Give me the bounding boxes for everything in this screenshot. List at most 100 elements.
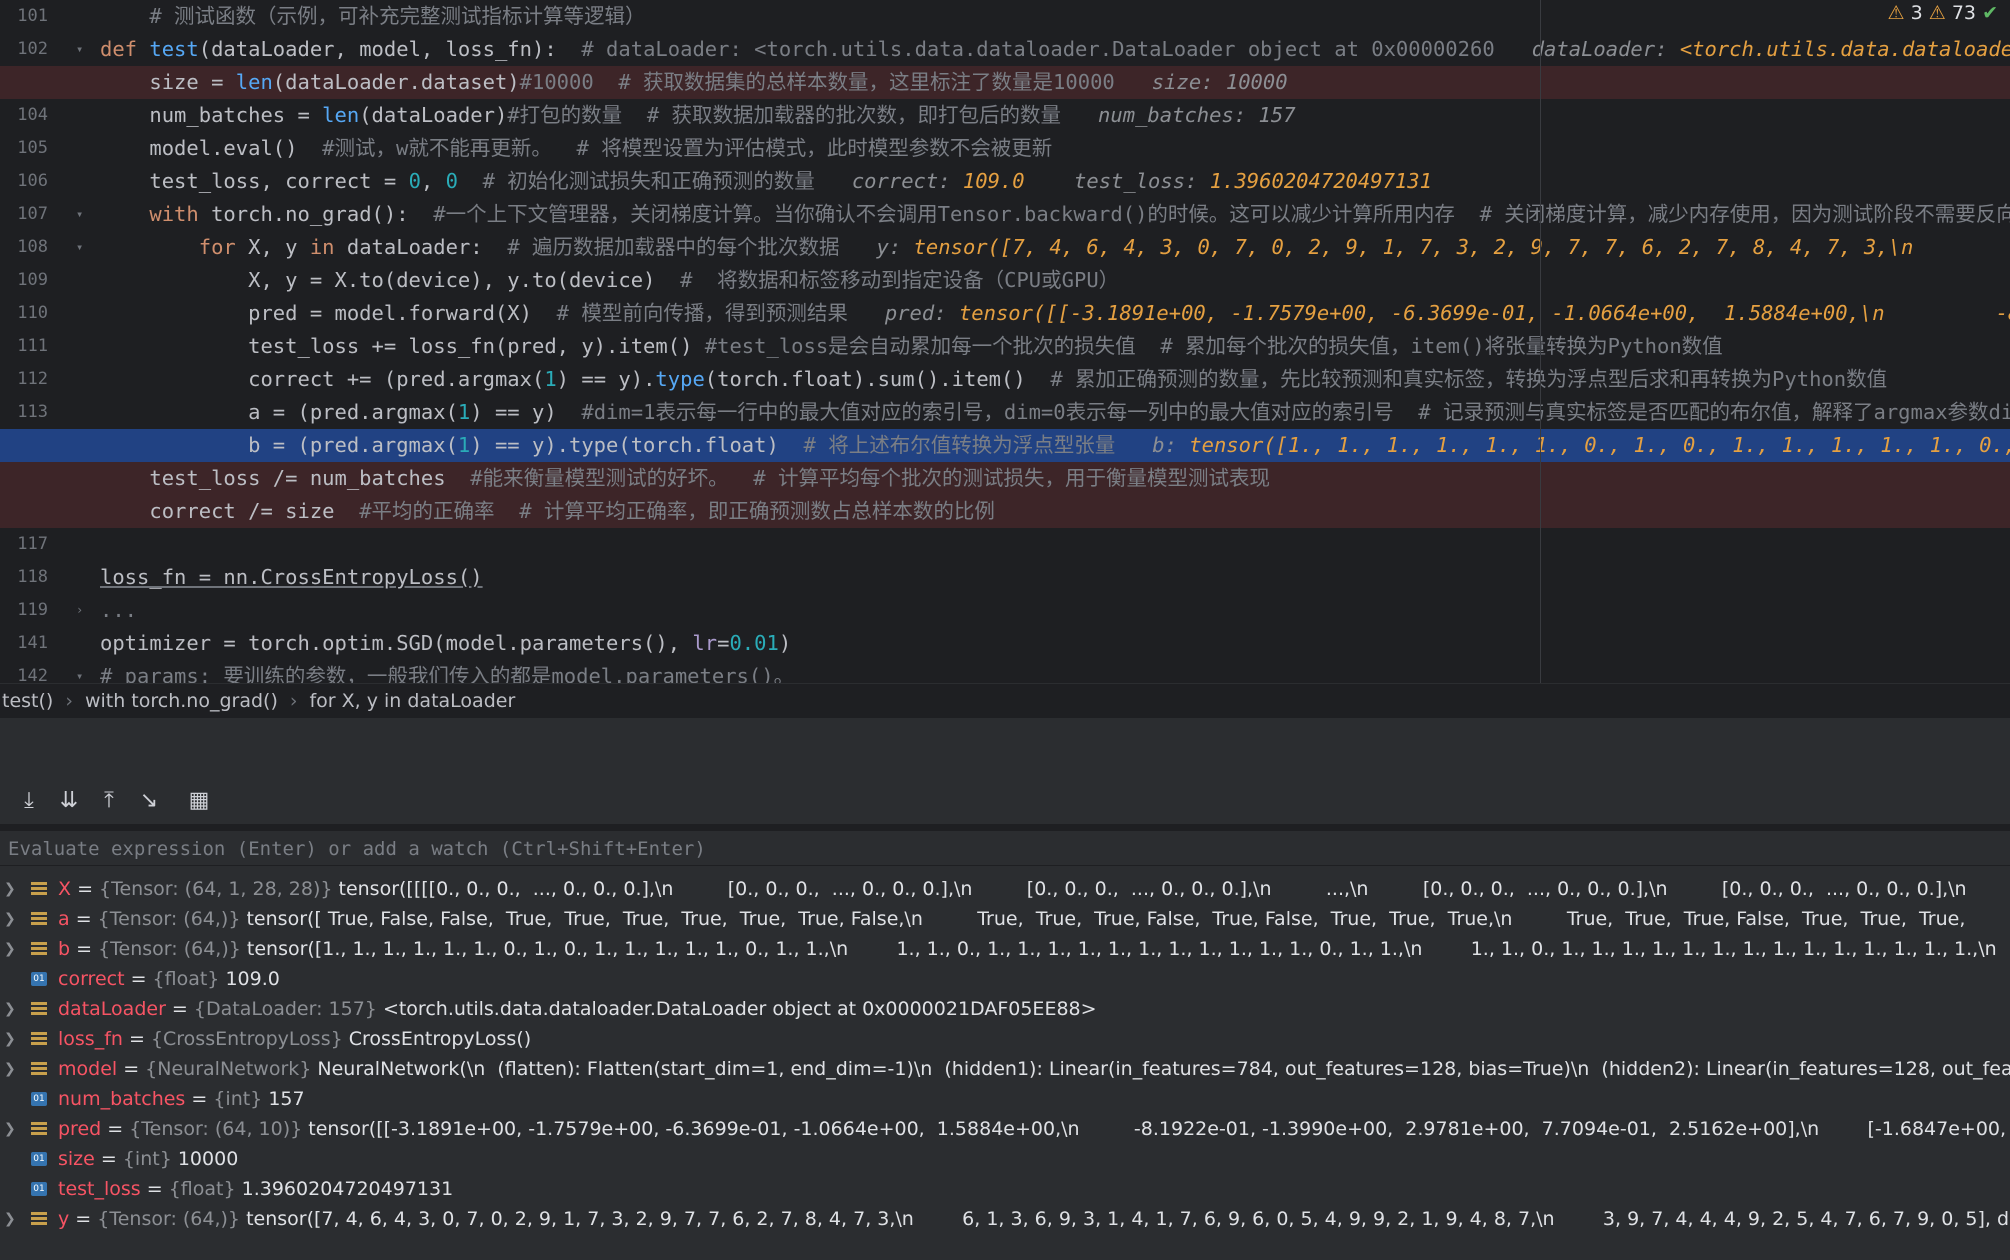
code-token: size = xyxy=(100,70,236,94)
variable-value: 157 xyxy=(268,1088,305,1110)
code-token: ... xyxy=(100,598,138,622)
code-text: test_loss += loss_fn(pred, y).item() #te… xyxy=(100,330,1723,363)
code-text: a = (pred.argmax(1) == y) #dim=1表示每一行中的最… xyxy=(100,396,2010,429)
code-token: ) == y) xyxy=(470,400,582,424)
object-variable-icon xyxy=(31,1032,47,1046)
expand-chevron-icon[interactable]: ❯ xyxy=(4,934,16,964)
variable-row[interactable]: ❯ pred = {Tensor: (64, 10)} tensor([[-3.1… xyxy=(0,1114,2010,1144)
variable-row[interactable]: ❯ a = {Tensor: (64,)} tensor([ True, Fals… xyxy=(0,904,2010,934)
code-line[interactable]: def test(dataLoader, model, loss_fn): # … xyxy=(0,33,2010,66)
variable-row[interactable]: 01 size = {int} 10000 xyxy=(0,1144,2010,1174)
code-token: def xyxy=(100,37,150,61)
breadcrumb-item-for[interactable]: for X, y in dataLoader xyxy=(307,690,517,712)
code-line[interactable]: loss_fn = nn.CrossEntropyLoss() xyxy=(0,561,2010,594)
code-line[interactable]: X, y = X.to(device), y.to(device) # 将数据和… xyxy=(0,264,2010,297)
code-text: num_batches = len(dataLoader)#打包的数量 # 获取… xyxy=(100,99,1295,132)
code-line[interactable]: # params: 要训练的参数，一般我们传入的都是model.paramete… xyxy=(0,660,2010,683)
variable-row[interactable]: 01 num_batches = {int} 157 xyxy=(0,1084,2010,1114)
expand-chevron-icon[interactable]: ❯ xyxy=(4,1024,16,1054)
code-line[interactable]: model.eval() #测试，w就不能再更新。 # 将模型设置为评估模式，此… xyxy=(0,132,2010,165)
code-token: (torch.float).sum().item() xyxy=(704,367,1051,391)
variable-text: loss_fn = {CrossEntropyLoss} CrossEntrop… xyxy=(58,1024,531,1054)
expand-chevron-icon[interactable]: ❯ xyxy=(4,1054,16,1084)
code-line[interactable]: size = len(dataLoader.dataset)#10000 # 获… xyxy=(0,66,2010,99)
object-variable-icon xyxy=(31,1212,47,1226)
variable-row[interactable]: ❯ loss_fn = {CrossEntropyLoss} CrossEntro… xyxy=(0,1024,2010,1054)
variable-row[interactable]: ❯ dataLoader = {DataLoader: 157} <torch.u… xyxy=(0,994,2010,1024)
code-text: b = (pred.argmax(1) == y).type(torch.flo… xyxy=(100,429,2010,462)
code-line[interactable]: correct += (pred.argmax(1) == y).type(to… xyxy=(0,363,2010,396)
code-token: 1 xyxy=(457,433,471,457)
code-token: test_loss, correct = xyxy=(100,169,409,193)
equals-sign: = xyxy=(165,998,194,1020)
code-token: correct /= size xyxy=(100,499,360,523)
code-line[interactable]: correct /= size #平均的正确率 # 计算平均正确率，即正确预测数… xyxy=(0,495,2010,528)
code-line[interactable]: ... xyxy=(0,594,2010,627)
code-text: size = len(dataLoader.dataset)#10000 # 获… xyxy=(100,66,1287,99)
primitive-variable-icon: 01 xyxy=(31,972,47,986)
code-line[interactable]: optimizer = torch.optim.SGD(model.parame… xyxy=(0,627,2010,660)
code-token: tensor([[-3.1891e+00, -1.7579e+00, -6.36… xyxy=(958,301,2010,325)
variable-row[interactable]: ❯ X = {Tensor: (64, 1, 28, 28)} tensor([[… xyxy=(0,874,2010,904)
code-editor[interactable]: 101 102 ▾ 104 105 106 107 ▾ 108 ▾ 109 110 111 112 113 1… xyxy=(0,0,2010,683)
code-line[interactable]: a = (pred.argmax(1) == y) #dim=1表示每一行中的最… xyxy=(0,396,2010,429)
code-line[interactable]: for X, y in dataLoader: # 遍历数据加载器中的每个批次数… xyxy=(0,231,2010,264)
variable-row[interactable]: ❯ b = {Tensor: (64,)} tensor([1., 1., 1.,… xyxy=(0,934,2010,964)
code-text: # 测试函数（示例，可补充完整测试指标计算等逻辑） xyxy=(100,0,645,33)
inspection-status[interactable]: ⚠ 3 ⚠ 73 ✔ xyxy=(1883,2,2002,24)
code-token: ) xyxy=(778,631,792,655)
variable-value: 109.0 xyxy=(225,968,280,990)
breadcrumb-item-with[interactable]: with torch.no_grad() xyxy=(83,690,280,712)
evaluate-expression-input[interactable] xyxy=(6,831,2000,867)
code-token: #测试，w就不能再更新。 # 将模型设置为评估模式，此时模型参数不会被更新 xyxy=(322,136,1053,160)
variable-row[interactable]: 01 correct = {float} 109.0 xyxy=(0,964,2010,994)
code-line[interactable] xyxy=(0,528,2010,561)
code-token: , xyxy=(420,169,446,193)
variable-row[interactable]: 01 test_loss = {float} 1.3960204720497131 xyxy=(0,1174,2010,1204)
variable-type: {float} xyxy=(152,968,220,990)
code-text: with torch.no_grad(): #一个上下文管理器，关闭梯度计算。当… xyxy=(100,198,2010,231)
code-token: #平均的正确率 # 计算平均正确率，即正确预测数占总样本数的比例 xyxy=(359,499,995,523)
code-line[interactable]: test_loss /= num_batches #能来衡量模型测试的好坏。 #… xyxy=(0,462,2010,495)
equals-sign: = xyxy=(70,938,99,960)
variable-name: b xyxy=(58,938,71,960)
object-variable-icon xyxy=(31,1122,47,1136)
code-token: # 初始化测试损失和正确预测的数量 xyxy=(457,169,815,193)
code-token: (dataLoader.dataset) xyxy=(272,70,520,94)
step-out-icon[interactable]: ⤒ xyxy=(94,786,124,816)
code-line[interactable]: pred = model.forward(X) # 模型前向传播，得到预测结果 … xyxy=(0,297,2010,330)
code-line[interactable]: test_loss += loss_fn(pred, y).item() #te… xyxy=(0,330,2010,363)
evaluate-icon[interactable]: ▦ xyxy=(184,786,214,816)
run-to-cursor-icon[interactable]: ↘ xyxy=(134,786,164,816)
expand-chevron-icon[interactable]: ❯ xyxy=(4,874,16,904)
code-token: b: xyxy=(1115,433,1190,457)
variable-type: {Tensor: (64, 10)} xyxy=(129,1118,303,1140)
equals-sign: = xyxy=(94,1148,123,1170)
variable-text: y = {Tensor: (64,)} tensor([7, 4, 6, 4, … xyxy=(58,1204,2010,1234)
code-line[interactable]: with torch.no_grad(): #一个上下文管理器，关闭梯度计算。当… xyxy=(0,198,2010,231)
code-token: <torch.utils.data.dataloader.Dat xyxy=(1679,37,2010,61)
object-variable-icon xyxy=(31,1062,47,1076)
variable-name: loss_fn xyxy=(58,1028,123,1050)
code-line[interactable]: # 测试函数（示例，可补充完整测试指标计算等逻辑） xyxy=(0,0,2010,33)
code-token: correct: xyxy=(814,169,963,193)
step-over-icon[interactable]: ⤓ xyxy=(14,786,44,816)
code-token: test_loss /= num_batches xyxy=(100,466,471,490)
variable-row[interactable]: ❯ y = {Tensor: (64,)} tensor([7, 4, 6, 4,… xyxy=(0,1204,2010,1234)
code-line[interactable]: num_batches = len(dataLoader)#打包的数量 # 获取… xyxy=(0,99,2010,132)
code-line[interactable]: test_loss, correct = 0, 0 # 初始化测试损失和正确预测… xyxy=(0,165,2010,198)
variable-type: {DataLoader: 157} xyxy=(193,998,377,1020)
expand-chevron-icon[interactable]: ❯ xyxy=(4,994,16,1024)
expand-chevron-icon[interactable]: ❯ xyxy=(4,1204,16,1234)
variable-row[interactable]: ❯ model = {NeuralNetwork} NeuralNetwork(\… xyxy=(0,1054,2010,1084)
variable-type: {int} xyxy=(122,1148,172,1170)
object-variable-icon xyxy=(31,882,47,896)
equals-sign: = xyxy=(69,908,98,930)
step-into-icon[interactable]: ⇊ xyxy=(54,786,84,816)
variable-value: tensor([1., 1., 1., 1., 1., 1., 0., 1., … xyxy=(246,938,1997,960)
expand-chevron-icon[interactable]: ❯ xyxy=(4,904,16,934)
breadcrumb-item-test[interactable]: test() xyxy=(0,690,55,712)
code-line[interactable]: b = (pred.argmax(1) == y).type(torch.flo… xyxy=(0,429,2010,462)
expand-chevron-icon[interactable]: ❯ xyxy=(4,1114,16,1144)
